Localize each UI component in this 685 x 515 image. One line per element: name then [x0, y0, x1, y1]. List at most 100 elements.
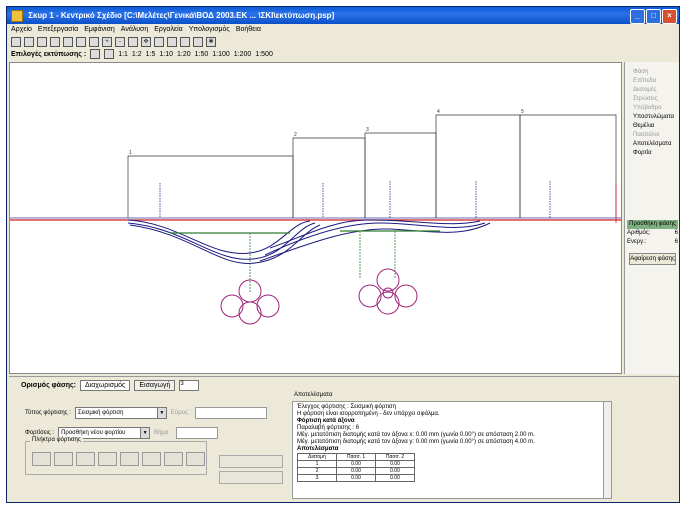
close-button[interactable]: × — [662, 9, 677, 24]
load-key[interactable] — [164, 452, 183, 466]
zoom-in-icon[interactable]: + — [102, 37, 112, 47]
main-window: Σκυρ 1 - Κεντρικό Σχέδιο [C:\Μελέτες\Γεν… — [6, 6, 680, 503]
remove-phase-button[interactable]: Αφαίρεση φάσης — [629, 253, 676, 265]
grid-icon[interactable] — [167, 37, 177, 47]
scale-tick[interactable]: 1:10 — [159, 51, 173, 58]
range-field[interactable] — [195, 407, 268, 419]
load-key[interactable] — [98, 452, 117, 466]
open-file-icon[interactable] — [24, 37, 34, 47]
phase-definition-label: Ορισμός φάσης: — [21, 382, 76, 389]
building-marker: 3 — [366, 127, 369, 133]
table-row: 2 0.00 0.00 — [297, 467, 415, 475]
minimize-button[interactable]: _ — [630, 9, 645, 24]
results-scrollbar[interactable] — [603, 402, 611, 498]
layer-item[interactable]: Φορτία — [625, 149, 679, 158]
fit-icon[interactable] — [104, 49, 115, 59]
pile-circle — [376, 291, 400, 315]
table-cell: 2 — [297, 467, 337, 475]
table-row: Διατομή Πασσ. 1 Πασσ. 2 — [297, 453, 415, 461]
table-cell: 0.00 — [375, 460, 415, 468]
scale-tick[interactable]: 1:2 — [132, 51, 142, 58]
table-header-cell: Πασσ. 2 — [375, 453, 415, 461]
pile-circle — [238, 301, 262, 325]
tab-split[interactable]: Διαχωρισμός — [80, 380, 131, 391]
menu-item[interactable]: Αρχείο — [11, 24, 32, 36]
settings-icon[interactable]: ✱ — [206, 37, 216, 47]
layer-item[interactable]: Στρώσεις — [625, 95, 679, 104]
right-panel: Φάση Επίπεδα Διατομές Στρώσεις Υπόβαθρο … — [624, 62, 679, 374]
result-line: Παραλαβή φόρτισης : 6 — [297, 425, 360, 431]
pan-icon[interactable]: ✥ — [141, 37, 151, 47]
phase-panel: Ορισμός φάσης: Διαχωρισμός Εισαγωγή 3 Τύ… — [9, 376, 679, 502]
building-marker: 5 — [521, 109, 524, 115]
layer-item[interactable]: Υποστυλώματα — [625, 113, 679, 122]
layer-item[interactable]: Επίπεδα — [625, 77, 679, 86]
layer-item[interactable]: Πασσάλοι — [625, 131, 679, 140]
scale-tick[interactable]: 1:20 — [177, 51, 191, 58]
menu-item[interactable]: Επεξεργασία — [38, 24, 78, 36]
results-text-area[interactable]: Έλεγχος φόρτισης : Σεισμική φόρτιση Η φό… — [292, 401, 612, 499]
phase-number-input[interactable]: 3 — [179, 380, 200, 391]
drawing-canvas[interactable]: 1 2 3 4 5 — [9, 62, 622, 374]
chevron-down-icon[interactable]: ▼ — [156, 408, 166, 418]
maximize-button[interactable]: □ — [646, 9, 661, 24]
cut-icon[interactable] — [76, 37, 86, 47]
scale-tick[interactable]: 1:100 — [212, 51, 230, 58]
layer-item[interactable]: Θεμέλια — [625, 122, 679, 131]
new-file-icon[interactable] — [11, 37, 21, 47]
tunnel-profiles — [127, 219, 491, 264]
load-key[interactable] — [186, 452, 205, 466]
zoom-window-icon[interactable] — [128, 37, 138, 47]
select-icon[interactable] — [154, 37, 164, 47]
loads-value: Προσθήκη νέου φορτίου — [61, 430, 126, 436]
layer-item[interactable]: Φάση — [625, 68, 679, 77]
zoom-out-icon[interactable]: - — [115, 37, 125, 47]
add-phase-button[interactable]: Προσθήκη φάσης — [627, 220, 678, 229]
table-cell: 0.00 — [336, 460, 376, 468]
load-type-select[interactable]: Σεισμική φόρτιση ▼ — [74, 407, 167, 419]
layers-icon[interactable] — [180, 37, 190, 47]
load-key[interactable] — [32, 452, 51, 466]
result-line: Μέγ. μετατόπιση διατομής κατά τον άξονα … — [297, 432, 535, 438]
chevron-down-icon[interactable]: ▼ — [140, 428, 150, 438]
table-row: 1 0.00 0.00 — [297, 460, 415, 468]
scale-tick[interactable]: 1:200 — [234, 51, 252, 58]
app-icon — [11, 9, 23, 22]
menu-item[interactable]: Ανάλυση — [121, 24, 148, 36]
tab-insert[interactable]: Εισαγωγή — [134, 380, 176, 391]
scale-tick[interactable]: 1:50 — [195, 51, 209, 58]
menu-item[interactable]: Εργαλεία — [154, 24, 182, 36]
paste-icon[interactable] — [63, 37, 73, 47]
table-cell: 0.00 — [375, 467, 415, 475]
layer-item[interactable]: Διατομές — [625, 86, 679, 95]
title-bar[interactable]: Σκυρ 1 - Κεντρικό Σχέδιο [C:\Μελέτες\Γεν… — [7, 7, 679, 24]
menu-item[interactable]: Υπολογισμός — [189, 24, 230, 36]
load-key[interactable] — [120, 452, 139, 466]
print-icon[interactable] — [89, 37, 99, 47]
building-marker: 4 — [437, 109, 440, 115]
load-key[interactable] — [142, 452, 161, 466]
apply-button[interactable] — [219, 455, 283, 468]
pile-group-right — [358, 268, 418, 315]
layer-item[interactable]: Υπόβαθρο — [625, 104, 679, 113]
table-cell: 1 — [297, 460, 337, 468]
result-line: Φόρτιση κατά άξονα — [297, 418, 355, 424]
scale-tick[interactable]: 1:1 — [118, 51, 128, 58]
scale-tick[interactable]: 1:500 — [255, 51, 273, 58]
refresh-icon[interactable] — [193, 37, 203, 47]
load-key[interactable] — [54, 452, 73, 466]
save-icon[interactable] — [37, 37, 47, 47]
copy-icon[interactable] — [50, 37, 60, 47]
building-outline — [127, 155, 294, 218]
window-title: Σκυρ 1 - Κεντρικό Σχέδιο [C:\Μελέτες\Γεν… — [28, 11, 335, 20]
layer-item[interactable]: Αποτελέσματα — [625, 140, 679, 149]
step-field[interactable] — [175, 427, 218, 439]
load-key[interactable] — [76, 452, 95, 466]
scale-tick[interactable]: 1:5 — [146, 51, 156, 58]
print-options-label: Επιλογές εκτύπωσης : — [11, 50, 87, 58]
menu-item[interactable]: Βοήθεια — [236, 24, 261, 36]
reset-button[interactable] — [219, 471, 283, 484]
menu-item[interactable]: Εμφάνιση — [84, 24, 115, 36]
profile-curve — [129, 224, 321, 264]
scale-icon[interactable] — [90, 49, 101, 59]
